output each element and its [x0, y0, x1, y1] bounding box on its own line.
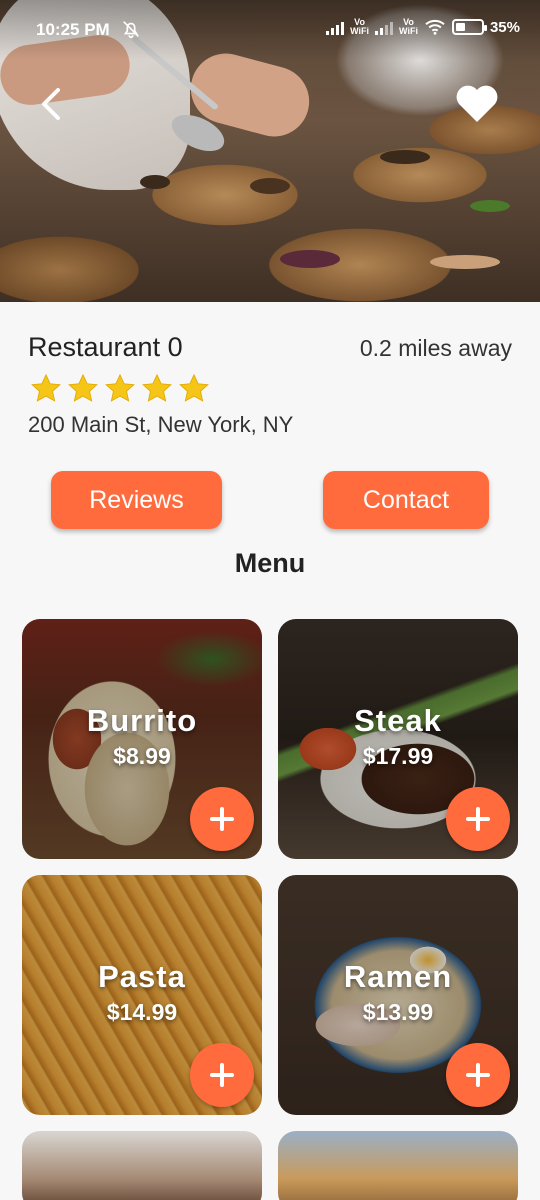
star-icon	[105, 373, 135, 402]
menu-card-partial[interactable]	[278, 1131, 518, 1200]
volte-wifi-label: Vo WiFi	[399, 17, 418, 36]
menu-card-partial[interactable]	[22, 1131, 262, 1200]
menu-item-name: Burrito	[86, 703, 198, 738]
star-icon	[179, 373, 209, 402]
volte-wifi-label: Vo WiFi	[350, 17, 370, 36]
menu-item-name: Ramen	[343, 959, 453, 994]
bell-off-icon	[123, 21, 139, 39]
star-icon	[31, 373, 61, 402]
chevron-left-icon[interactable]	[34, 84, 74, 124]
heart-icon[interactable]	[454, 82, 500, 124]
signal-icon	[375, 19, 394, 35]
menu-item-price: $8.99	[113, 743, 171, 769]
restaurant-name: Restaurant 0	[28, 332, 183, 362]
menu-item-price: $13.99	[362, 999, 434, 1025]
menu-card-ramen[interactable]: Ramen $13.99	[278, 875, 518, 1115]
plus-icon[interactable]	[190, 1043, 254, 1107]
star-icon	[68, 373, 98, 402]
menu-card-steak[interactable]: Steak $17.99	[278, 619, 518, 859]
plus-icon[interactable]	[190, 787, 254, 851]
menu-card-pasta[interactable]: Pasta $14.99	[22, 875, 262, 1115]
menu-heading: Menu	[234, 548, 306, 578]
signal-icon	[326, 19, 345, 35]
menu-item-price: $17.99	[362, 743, 434, 769]
menu-card-burrito[interactable]: Burrito $8.99	[22, 619, 262, 859]
menu-item-price: $14.99	[106, 999, 178, 1025]
wifi-icon	[425, 19, 445, 35]
restaurant-address: 200 Main St, New York, NY	[28, 412, 294, 437]
star-icon	[142, 373, 172, 402]
plus-icon[interactable]	[446, 1043, 510, 1107]
menu-item-name: Pasta	[98, 959, 186, 994]
status-bar: 10:25 PM Vo WiFi Vo WiFi 35%	[0, 0, 540, 60]
rating-stars	[28, 372, 212, 406]
battery-icon	[451, 19, 487, 35]
restaurant-distance: 0.2 miles away	[359, 335, 512, 361]
contact-button[interactable]: Contact	[323, 471, 489, 529]
reviews-button[interactable]: Reviews	[51, 471, 222, 529]
menu-item-name: Steak	[354, 703, 442, 738]
plus-icon[interactable]	[446, 787, 510, 851]
battery-percent: 35%	[489, 18, 520, 36]
status-time: 10:25 PM	[36, 20, 110, 39]
